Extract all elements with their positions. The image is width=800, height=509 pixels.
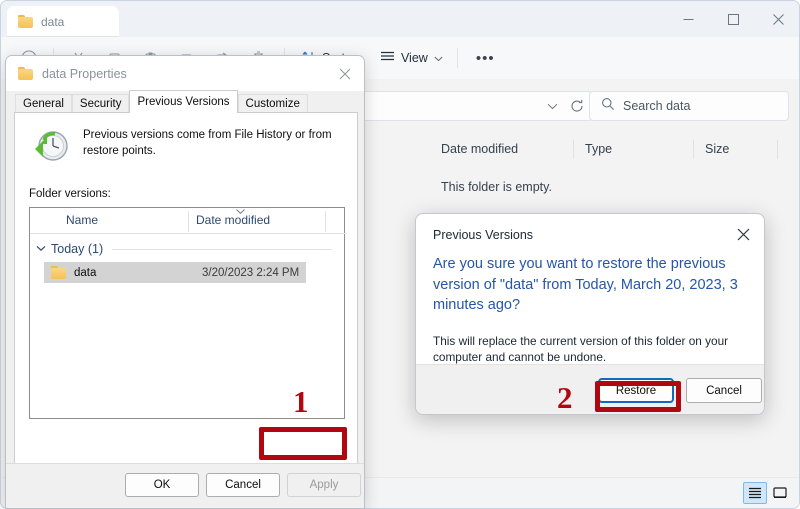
tab-customize[interactable]: Customize: [237, 94, 308, 114]
column-divider-2: [693, 140, 694, 159]
chevron-down-icon-address[interactable]: [547, 103, 558, 110]
tab-previous-versions[interactable]: Previous Versions: [129, 90, 238, 113]
empty-folder-message: This folder is empty.: [441, 180, 552, 194]
tab-security[interactable]: Security: [71, 94, 130, 114]
apply-button: Apply: [287, 473, 361, 497]
more-options-button[interactable]: •••: [464, 43, 507, 73]
close-icon[interactable]: [756, 1, 799, 37]
list-group-today[interactable]: Today (1): [36, 239, 336, 259]
confirm-restore-button[interactable]: Restore: [598, 378, 674, 403]
column-header-size[interactable]: Size: [705, 142, 729, 156]
previous-versions-description: Previous versions come from File History…: [83, 129, 332, 157]
refresh-icon[interactable]: [570, 99, 584, 113]
properties-title: data Properties: [42, 66, 127, 81]
confirm-dialog-body: This will replace the current version of…: [433, 334, 729, 364]
list-column-name[interactable]: Name: [66, 213, 98, 227]
folder-icon-properties: [18, 67, 33, 80]
window-controls: [666, 1, 799, 37]
view-icon: [380, 51, 395, 66]
folder-icon-list-item: [51, 266, 66, 279]
column-header-type[interactable]: Type: [585, 142, 612, 156]
screen: data View ••• Search data Date modified …: [0, 0, 800, 509]
folder-versions-label: Folder versions:: [29, 188, 111, 200]
maximize-icon[interactable]: [711, 1, 756, 37]
search-input[interactable]: Search data: [589, 91, 789, 121]
properties-footer: OK Cancel Apply: [6, 463, 364, 508]
chevron-down-icon-2: [434, 51, 443, 65]
explorer-title-bar: data: [1, 1, 799, 37]
column-header-date-modified[interactable]: Date modified: [441, 142, 518, 156]
annotation-number-1: 1: [293, 384, 309, 419]
properties-tabs: General Security Previous Versions Custo…: [6, 90, 364, 114]
properties-title-bar: data Properties: [6, 56, 364, 91]
cancel-button[interactable]: Cancel: [206, 473, 280, 497]
properties-close-button[interactable]: [324, 56, 364, 91]
list-group-label: Today (1): [51, 242, 104, 256]
list-column-date-modified[interactable]: Date modified: [196, 213, 270, 227]
confirm-dialog-close-button[interactable]: [726, 220, 760, 248]
list-item-data[interactable]: data 3/20/2023 2:24 PM: [44, 262, 306, 283]
more-icon: •••: [475, 49, 495, 67]
details-view-icon[interactable]: [743, 481, 767, 504]
toolbar-divider-3: [456, 48, 458, 68]
annotation-number-2: 2: [557, 380, 573, 415]
sort-indicator-icon: [235, 207, 246, 217]
confirm-dialog-footer: Restore Cancel: [416, 364, 764, 414]
column-divider-3: [777, 140, 778, 159]
list-item-date: 3/20/2023 2:24 PM: [202, 266, 300, 279]
folder-icon: [18, 15, 33, 28]
search-icon: [601, 97, 615, 116]
data-properties-dialog: data Properties General Security Previou…: [5, 55, 365, 509]
explorer-tab-data[interactable]: data: [7, 6, 119, 37]
confirm-dialog-title: Previous Versions: [433, 228, 534, 242]
chevron-down-icon-group[interactable]: [36, 244, 46, 255]
minimize-icon[interactable]: [666, 1, 711, 37]
search-placeholder: Search data: [623, 99, 691, 113]
ok-button[interactable]: OK: [125, 473, 199, 497]
list-item-name: data: [74, 266, 97, 279]
list-column-divider-2: [325, 211, 326, 232]
list-header: Name Date modified: [30, 208, 346, 234]
confirm-cancel-button[interactable]: Cancel: [686, 378, 762, 403]
confirm-dialog-heading: Are you sure you want to restore the pre…: [433, 256, 738, 313]
large-icons-view-icon[interactable]: [768, 482, 792, 504]
view-button[interactable]: View: [370, 43, 453, 73]
group-separator: [112, 248, 332, 250]
column-divider-1: [573, 140, 574, 159]
view-label: View: [400, 51, 428, 65]
restore-clock-icon: [35, 131, 68, 161]
explorer-tab-label: data: [41, 14, 65, 29]
previous-versions-confirm-dialog: Previous Versions Are you sure you want …: [415, 213, 765, 415]
list-column-divider-1: [188, 211, 189, 232]
tab-general[interactable]: General: [15, 94, 72, 114]
